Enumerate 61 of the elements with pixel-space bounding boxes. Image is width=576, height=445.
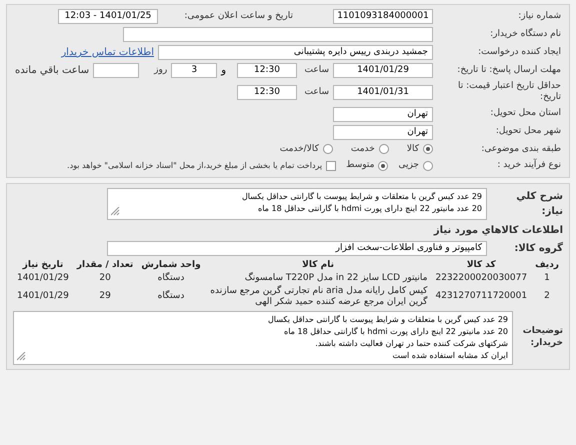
text-field[interactable]: 1401/01/25 - 12:03: [58, 9, 158, 24]
description-box[interactable]: 29 عدد کیس گرین با متعلقات و شرایط پیوست با گارانتی حداقل یکسال 20 عدد مانیتور 22 اینچ دارای پورت hdmi با گارانتی حداقل 18 ماه: [107, 188, 487, 220]
section-heading: اطلاعات کالاهاي مورد نیاز: [432, 224, 563, 238]
field-label: ساعت باقي مانده: [15, 64, 90, 78]
table-cell-text: 4231270711720001: [434, 290, 528, 303]
text-field[interactable]: 12:30: [237, 84, 297, 100]
field-label: نام دستگاه خریدار:: [489, 28, 561, 40]
text-field[interactable]: 1401/01/31: [333, 84, 433, 100]
column-header: واحد شمارش: [137, 258, 205, 272]
text-field[interactable]: تهران: [333, 106, 433, 122]
text-field[interactable]: 1401/01/29: [333, 63, 433, 78]
remaining-hours-field[interactable]: [93, 63, 140, 78]
radio-option[interactable]: کالا/خدمت: [280, 142, 333, 156]
field-label: تاریخ و ساعت اعلان عمومی:: [183, 10, 293, 22]
text-field[interactable]: 3: [171, 63, 218, 78]
text-field[interactable]: جمشید دربندی رییس دایره پشتیبانی: [158, 45, 433, 60]
column-header: نام کالا: [204, 258, 432, 272]
column-header: کد کالا: [466, 258, 497, 272]
table-cell-text: 1401/01/29: [16, 272, 70, 285]
table-cell-text: 2: [543, 290, 551, 303]
field-label: ساعت: [304, 64, 329, 76]
text-field[interactable]: تهران: [333, 124, 433, 140]
buyer-notes-box[interactable]: 29 عدد کیس گرین با متعلقات و شرایط پیوست با گارانتی حداقل یکسال 20 عدد مانیتور 22 اینچ دارای پورت hdmi با گارانتی حداقل 18 ماه شرکتهای شرکت کننده حتما در تهران فعالیت داشته باشند. ایران کد مشابه استفاده شده است: [13, 310, 513, 364]
column-header: تعداد / مقدار: [76, 258, 134, 272]
field-label: طبقه بندی موضوعی:: [480, 144, 561, 155]
text-field[interactable]: 1101093184000001: [333, 9, 433, 24]
field-label: روز: [152, 64, 168, 76]
radio-option[interactable]: جزیی: [398, 159, 433, 172]
field-label: شرح کلي نیاز:: [515, 190, 563, 218]
table-cell-text: 2232200020030077: [434, 272, 528, 285]
field-label: مهلت ارسال پاسخ: تا تاریخ:: [456, 64, 561, 76]
field-label: توضیحات خریدار:: [522, 326, 563, 349]
table-cell-text: کیس کامل رایانه مدل aria نام تجارتی گرین مرجع سازنده گرین ایران مرجع عرضه کننده حمید شکر الهی: [209, 286, 428, 308]
radio-option[interactable]: کالا: [406, 142, 433, 156]
field-label: ساعت: [304, 86, 329, 98]
table-cell-text: 29: [98, 290, 112, 303]
resize-grip-icon: [111, 206, 120, 216]
field-label: ایجاد کننده درخواست:: [477, 46, 561, 58]
column-header: ردیف: [534, 258, 560, 272]
resize-grip-icon: [17, 352, 26, 360]
field-label: گروه کالا:: [513, 241, 563, 256]
table-cell-text: دستگاه: [156, 289, 186, 303]
text-field[interactable]: [123, 27, 433, 42]
text-field[interactable]: کامپیوتر و فناوری اطلاعات-سخت افزار: [107, 240, 487, 256]
treasury-checkbox[interactable]: پرداخت تمام یا بخشی از مبلغ خرید،از محل "اسناد خزانه اسلامی" خواهد بود.: [67, 160, 336, 172]
table-cell-text: 20: [98, 272, 112, 285]
buyer-contact-link[interactable]: اطلاعات تماس خریدار: [61, 45, 154, 60]
table-cell-text: 1401/01/29: [16, 290, 70, 303]
and-label: و: [221, 64, 226, 78]
field-label: حداقل تاریخ اعتبار قیمت: تا تاریخ:: [457, 81, 561, 104]
column-header: تاریخ نیاز: [21, 258, 64, 272]
text-field[interactable]: 12:30: [237, 63, 297, 78]
radio-option[interactable]: متوسط: [346, 159, 388, 172]
table-cell-text: دستگاه: [156, 272, 186, 285]
table-cell: مانیتور LCD سایز 22 in مدل T220P سامسونگ: [204, 272, 432, 286]
field-label: شهر محل تحویل:: [494, 126, 561, 138]
field-label: شماره نیاز:: [517, 10, 561, 22]
field-label: استان محل تحویل:: [489, 108, 561, 120]
field-label: نوع فرآیند خرید :: [496, 160, 561, 172]
table-cell-text: 1: [543, 272, 551, 285]
radio-option[interactable]: خدمت: [350, 142, 389, 156]
